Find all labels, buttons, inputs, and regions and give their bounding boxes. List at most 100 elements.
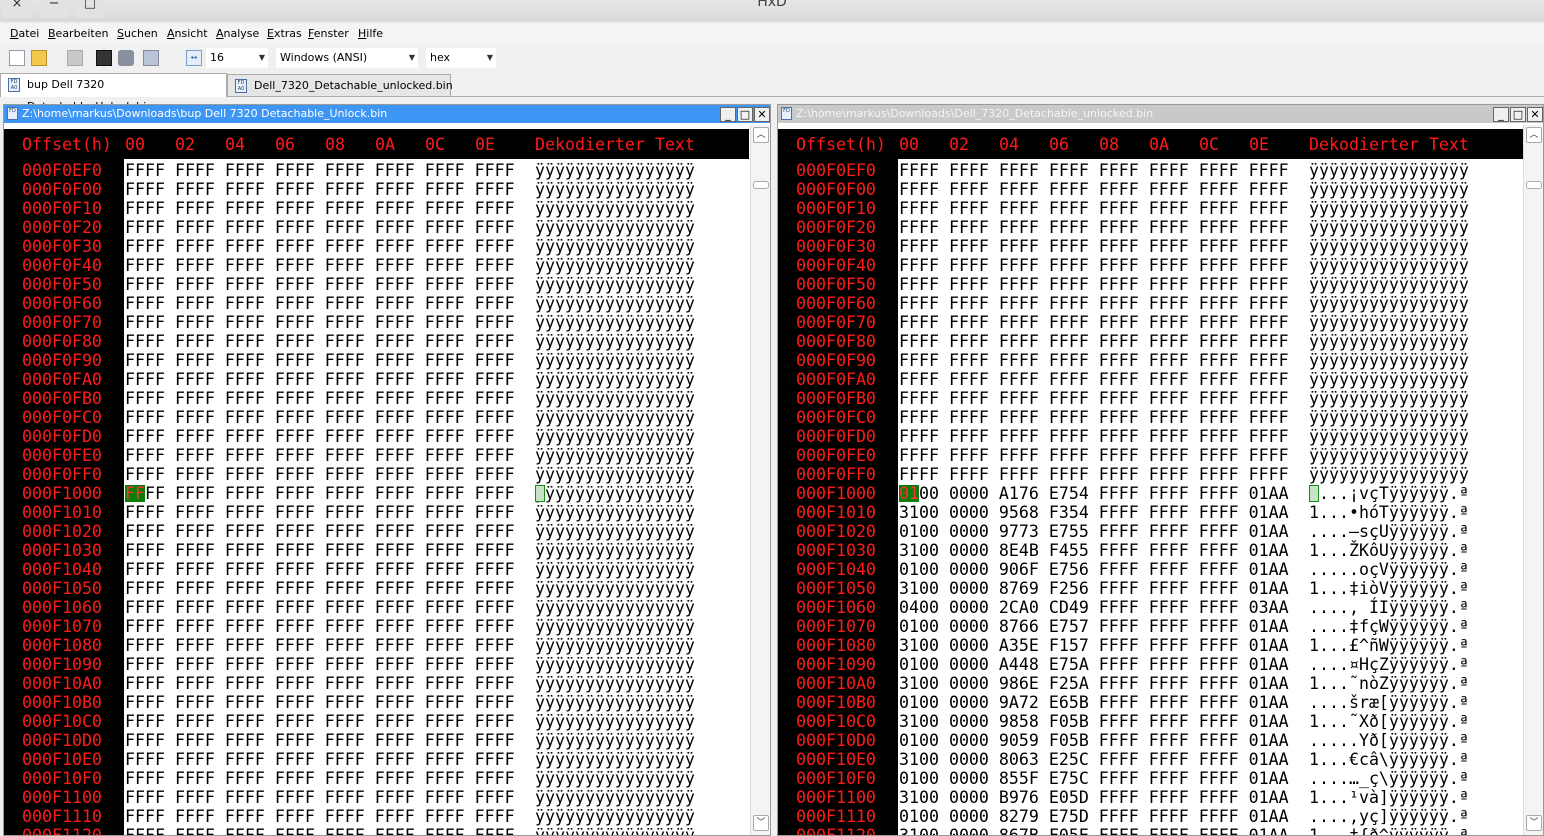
row-hex-bytes: FFFF FFFF FFFF FFFF FFFF FFFF FFFF FFFF	[899, 370, 1289, 389]
row-decoded-text: 1...£^ñWÿÿÿÿÿÿ.ª	[1309, 636, 1469, 655]
hex-row: 000F0F10 FFFF FFFF FFFF FFFF FFFF FFFF FF…	[4, 199, 749, 218]
menu-bearbeiten[interactable]: Bearbeiten	[48, 27, 108, 40]
column-header-00: 00	[899, 135, 919, 154]
row-hex-bytes: 3100 0000 A35E F157 FFFF FFFF FFFF 01AA	[899, 636, 1289, 655]
hex-row: 000F0FC0 FFFF FFFF FFFF FFFF FFFF FFFF FF…	[778, 408, 1523, 427]
charset-select[interactable]: Windows (ANSI) ▼	[276, 48, 418, 68]
scroll-up-icon[interactable]: ︿	[1526, 127, 1542, 143]
hex-editor-left[interactable]: FD Z:\home\markus\Downloads\bup Dell 7320…	[3, 104, 771, 836]
menu-ansicht[interactable]: Ansicht	[167, 27, 208, 40]
row-decoded-text: ÿÿÿÿÿÿÿÿÿÿÿÿÿÿÿÿ	[1309, 465, 1469, 484]
panel-minimize-button[interactable]: _	[720, 107, 736, 122]
new-file-icon[interactable]	[9, 50, 25, 66]
panel-maximize-button[interactable]: □	[737, 107, 753, 122]
row-offset: 000F0F30	[796, 237, 876, 256]
row-offset: 000F0F60	[22, 294, 102, 313]
bytes-per-row-select[interactable]: 16 ▼	[206, 48, 268, 68]
row-offset: 000F1030	[22, 541, 102, 560]
tab-dell-unlocked[interactable]: FD A0 Dell_7320_Detachable_unlocked.bin	[227, 74, 453, 96]
row-decoded-text: ÿÿÿÿÿÿÿÿÿÿÿÿÿÿÿÿ	[535, 826, 695, 836]
ram-icon[interactable]	[96, 50, 112, 66]
row-offset: 000F0FA0	[796, 370, 876, 389]
hex-row: 000F0FE0 FFFF FFFF FFFF FFFF FFFF FFFF FF…	[778, 446, 1523, 465]
row-offset: 000F0FA0	[22, 370, 102, 389]
disk-icon[interactable]	[118, 50, 134, 66]
row-decoded-text: ÿÿÿÿÿÿÿÿÿÿÿÿÿÿÿÿ	[535, 769, 695, 788]
row-hex-bytes: 0100 0000 8766 E757 FFFF FFFF FFFF 01AA	[899, 617, 1289, 636]
vertical-scrollbar[interactable]: ︿ ﹀	[750, 125, 770, 835]
row-hex-bytes: 0100 0000 8279 E75D FFFF FFFF FFFF 01AA	[899, 807, 1289, 826]
row-hex-bytes: 3100 0000 9568 F354 FFFF FFFF FFFF 01AA	[899, 503, 1289, 522]
row-hex-bytes: FFFF FFFF FFFF FFFF FFFF FFFF FFFF FFFF	[125, 807, 515, 826]
row-offset: 000F1050	[796, 579, 876, 598]
hex-row: 000F10E0 FFFF FFFF FFFF FFFF FFFF FFFF FF…	[4, 750, 749, 769]
hex-row: 000F10F0 FFFF FFFF FFFF FFFF FFFF FFFF FF…	[4, 769, 749, 788]
menu-suchen[interactable]: Suchen	[117, 27, 158, 40]
row-offset: 000F1070	[22, 617, 102, 636]
hex-row: 000F10A0 3100 0000 986E F25A FFFF FFFF FF…	[778, 674, 1523, 693]
scroll-down-icon[interactable]: ﹀	[753, 815, 769, 831]
vertical-scrollbar[interactable]: ︿ ﹀	[1523, 125, 1543, 835]
base-select[interactable]: hex ▼	[426, 48, 496, 68]
row-offset: 000F0F80	[22, 332, 102, 351]
hex-row: 000F1020 FFFF FFFF FFFF FFFF FFFF FFFF FF…	[4, 522, 749, 541]
menu-extras[interactable]: Extras	[267, 27, 302, 40]
row-decoded-text: ÿÿÿÿÿÿÿÿÿÿÿÿÿÿÿÿ	[1309, 275, 1469, 294]
hex-row: 000F10E0 3100 0000 8063 E25C FFFF FFFF FF…	[778, 750, 1523, 769]
row-decoded-text: 1...†{ð^ÿÿÿÿÿÿ.ª	[1309, 826, 1469, 836]
panel-close-button[interactable]: ✕	[754, 107, 770, 122]
row-hex-bytes: FFFF FFFF FFFF FFFF FFFF FFFF FFFF FFFF	[125, 332, 515, 351]
row-decoded-text: ÿÿÿÿÿÿÿÿÿÿÿÿÿÿÿÿ	[535, 807, 695, 826]
row-offset: 000F0F30	[22, 237, 102, 256]
row-offset: 000F1060	[796, 598, 876, 617]
row-offset: 000F1100	[796, 788, 876, 807]
row-offset: 000F0F70	[22, 313, 102, 332]
row-offset: 000F10E0	[22, 750, 102, 769]
row-offset: 000F1090	[22, 655, 102, 674]
row-offset: 000F0F80	[796, 332, 876, 351]
panel-maximize-button[interactable]: □	[1510, 107, 1526, 122]
column-header-0A: 0A	[375, 135, 395, 154]
row-offset: 000F10A0	[796, 674, 876, 693]
menu-fenster[interactable]: Fenster	[308, 27, 349, 40]
row-decoded-text: ÿÿÿÿÿÿÿÿÿÿÿÿÿÿÿÿ	[535, 408, 695, 427]
hex-view[interactable]: Offset(h) 00 02 04 06 08 0A 0C 0E Dekodierter Tex…	[4, 125, 749, 836]
row-decoded-text: ÿÿÿÿÿÿÿÿÿÿÿÿÿÿÿÿ	[535, 503, 695, 522]
save-icon[interactable]	[67, 50, 83, 66]
image-icon[interactable]	[143, 50, 159, 66]
row-offset: 000F1020	[22, 522, 102, 541]
scroll-thumb[interactable]	[1526, 181, 1542, 189]
tab-bup-dell-unlock[interactable]: FD A0bup Dell 7320 Detachable_Unlock.bin	[0, 73, 227, 113]
row-decoded-text: ÿÿÿÿÿÿÿÿÿÿÿÿÿÿÿÿ	[1309, 446, 1469, 465]
row-offset: 000F0FE0	[22, 446, 102, 465]
row-offset: 000F10B0	[22, 693, 102, 712]
scroll-down-icon[interactable]: ﹀	[1526, 815, 1542, 831]
menu-analyse[interactable]: Analyse	[216, 27, 259, 40]
row-hex-bytes: FFFF FFFF FFFF FFFF FFFF FFFF FFFF FFFF	[125, 522, 515, 541]
row-offset: 000F0EF0	[796, 161, 876, 180]
open-file-icon[interactable]	[31, 50, 47, 66]
row-decoded-text: ÿÿÿÿÿÿÿÿÿÿÿÿÿÿÿÿ	[535, 351, 695, 370]
menu-bar: Datei Bearbeiten Suchen Ansicht Analyse …	[0, 24, 1544, 44]
scroll-up-icon[interactable]: ︿	[753, 127, 769, 143]
panel-close-button[interactable]: ✕	[1527, 107, 1543, 122]
column-header-0E: 0E	[475, 135, 495, 154]
hex-view[interactable]: Offset(h) 00 02 04 06 08 0A 0C 0E Dekodierter Tex…	[778, 125, 1523, 836]
scroll-thumb[interactable]	[753, 181, 769, 189]
row-decoded-text: ÿÿÿÿÿÿÿÿÿÿÿÿÿÿÿÿ	[535, 693, 695, 712]
row-offset: 000F10F0	[22, 769, 102, 788]
row-hex-bytes: FFFF FFFF FFFF FFFF FFFF FFFF FFFF FFFF	[899, 446, 1289, 465]
row-decoded-text: ÿÿÿÿÿÿÿÿÿÿÿÿÿÿÿÿ	[535, 655, 695, 674]
menu-datei[interactable]: Datei	[10, 27, 39, 40]
row-offset: 000F0FC0	[796, 408, 876, 427]
column-header-08: 08	[1099, 135, 1119, 154]
hex-editor-right[interactable]: FD Z:\home\markus\Downloads\Dell_7320_Det…	[777, 104, 1544, 836]
row-hex-bytes: FFFF FFFF FFFF FFFF FFFF FFFF FFFF FFFF	[125, 256, 515, 275]
column-width-icon[interactable]: ↔	[186, 50, 202, 66]
row-hex-bytes: 0400 0000 2CA0 CD49 FFFF FFFF FFFF 03AA	[899, 598, 1289, 617]
row-hex-bytes: 0100 0000 9773 E755 FFFF FFFF FFFF 01AA	[899, 522, 1289, 541]
menu-hilfe[interactable]: Hilfe	[358, 27, 383, 40]
panel-minimize-button[interactable]: _	[1493, 107, 1509, 122]
row-decoded-text: ÿÿÿÿÿÿÿÿÿÿÿÿÿÿÿÿ	[535, 598, 695, 617]
hex-row: 000F0FB0 FFFF FFFF FFFF FFFF FFFF FFFF FF…	[4, 389, 749, 408]
